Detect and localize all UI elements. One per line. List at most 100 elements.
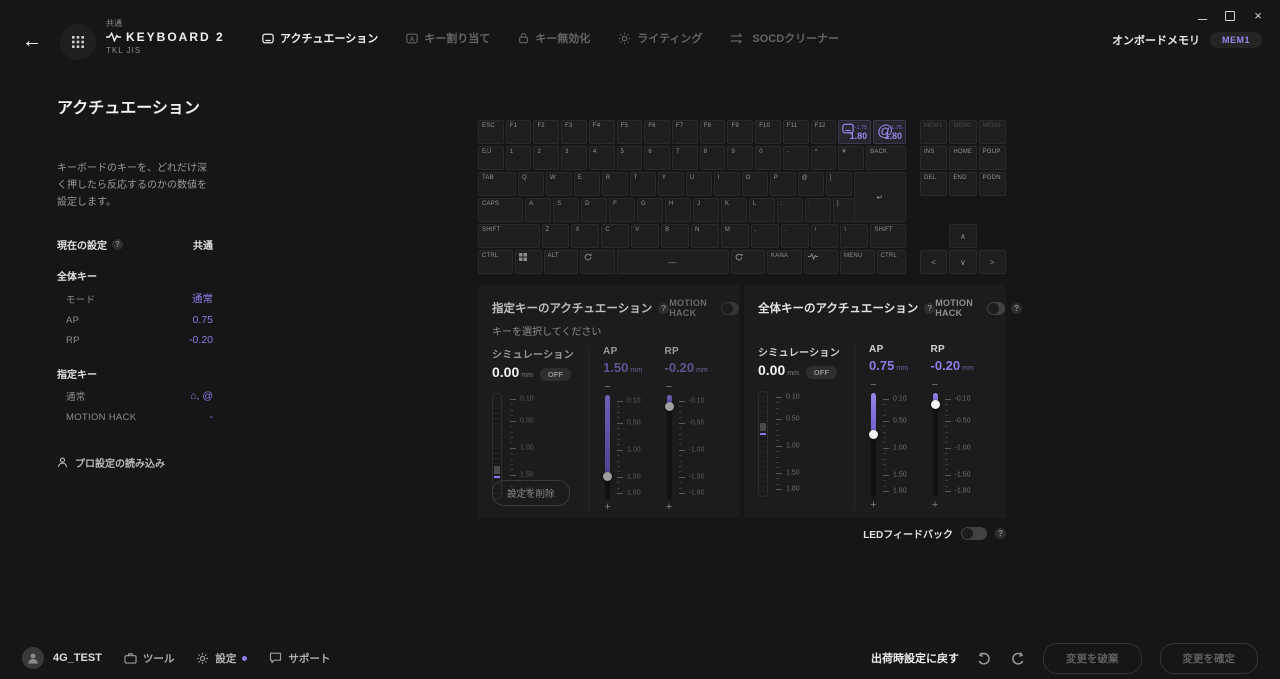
- confirm-changes-button[interactable]: 変更を確定: [1160, 643, 1259, 674]
- key-F8[interactable]: F8: [700, 120, 726, 144]
- motion-hack-toggle[interactable]: [721, 302, 739, 315]
- redo-icon[interactable]: [1010, 652, 1025, 665]
- help-icon[interactable]: ?: [658, 303, 669, 314]
- led-feedback-toggle[interactable]: [961, 527, 987, 540]
- key-F2[interactable]: F2: [533, 120, 559, 144]
- increase-button[interactable]: +: [603, 503, 612, 512]
- key-END[interactable]: END: [949, 172, 976, 196]
- key-F11[interactable]: F11: [783, 120, 809, 144]
- key-↵[interactable]: ↵: [854, 172, 906, 222]
- key-ESC[interactable]: ESC: [478, 120, 504, 144]
- slider-track[interactable]: [667, 395, 672, 499]
- key-MEM3[interactable]: MEM3: [979, 120, 1006, 144]
- key-X[interactable]: X: [571, 224, 599, 248]
- motion-hack-toggle[interactable]: [987, 302, 1005, 315]
- key-C[interactable]: C: [601, 224, 629, 248]
- key-MEM2[interactable]: MEM2: [949, 120, 976, 144]
- key-Q[interactable]: Q: [518, 172, 544, 196]
- key-[[interactable]: [: [826, 172, 852, 196]
- increase-button[interactable]: +: [869, 501, 878, 510]
- tab-socd-cleaner[interactable]: SOCDクリーナー: [730, 30, 839, 46]
- key-MENU[interactable]: MENU: [840, 250, 875, 274]
- key-INS[interactable]: INS: [920, 146, 947, 170]
- decrease-button[interactable]: −: [931, 381, 940, 390]
- key-arrow-left[interactable]: <: [920, 250, 947, 274]
- footer-item-tools[interactable]: ツール: [124, 651, 175, 666]
- user-account[interactable]: 4G_TEST: [22, 647, 102, 669]
- key-H[interactable]: H: [665, 198, 691, 222]
- load-pro-settings-button[interactable]: プロ設定の読み込み: [57, 455, 213, 470]
- memory-slot-badge[interactable]: MEM1: [1210, 32, 1262, 48]
- key-logo[interactable]: [804, 250, 839, 274]
- slider-handle[interactable]: [665, 402, 674, 411]
- key-Y[interactable]: Y: [658, 172, 684, 196]
- key-@[interactable]: @: [798, 172, 824, 196]
- key-F7[interactable]: F7: [672, 120, 698, 144]
- key-F9[interactable]: F9: [727, 120, 753, 144]
- key-F1[interactable]: F1: [506, 120, 532, 144]
- key-B[interactable]: B: [661, 224, 689, 248]
- key-W[interactable]: W: [546, 172, 572, 196]
- key-F6[interactable]: F6: [644, 120, 670, 144]
- key-9[interactable]: 9: [727, 146, 753, 170]
- key-DEL[interactable]: DEL: [920, 172, 947, 196]
- key-special-at[interactable]: @-1.751.80: [873, 120, 906, 144]
- key-\[interactable]: \: [840, 224, 868, 248]
- key-^[interactable]: ^: [811, 146, 837, 170]
- key-CTRL[interactable]: CTRL: [877, 250, 907, 274]
- key-space[interactable]: —: [617, 250, 729, 274]
- key-1[interactable]: 1: [506, 146, 532, 170]
- help-icon[interactable]: ?: [112, 239, 123, 250]
- key-8[interactable]: 8: [700, 146, 726, 170]
- key-F12[interactable]: F12: [811, 120, 837, 144]
- key-0[interactable]: 0: [755, 146, 781, 170]
- key-SHIFT[interactable]: SHIFT: [870, 224, 906, 248]
- key-F4[interactable]: F4: [589, 120, 615, 144]
- discard-changes-button[interactable]: 変更を破棄: [1043, 643, 1142, 674]
- device-switcher-button[interactable]: [60, 24, 96, 60]
- key-E[interactable]: E: [574, 172, 600, 196]
- key-F10[interactable]: F10: [755, 120, 781, 144]
- increase-button[interactable]: +: [665, 503, 674, 512]
- key-HOME[interactable]: HOME: [949, 146, 976, 170]
- key-F5[interactable]: F5: [617, 120, 643, 144]
- key-arrow-right[interactable]: >: [979, 250, 1006, 274]
- slider-track[interactable]: [871, 393, 876, 497]
- footer-item-support[interactable]: サポート: [269, 651, 330, 666]
- key-MEM1[interactable]: MEM1: [920, 120, 947, 144]
- key-M[interactable]: M: [721, 224, 749, 248]
- simulation-track[interactable]: [758, 391, 768, 497]
- key-S[interactable]: S: [553, 198, 579, 222]
- key-PGDN[interactable]: PGDN: [979, 172, 1006, 196]
- key-3[interactable]: 3: [561, 146, 587, 170]
- key-J[interactable]: J: [693, 198, 719, 222]
- key-PGUP[interactable]: PGUP: [979, 146, 1006, 170]
- key-I[interactable]: I: [714, 172, 740, 196]
- key-muhenkan[interactable]: [580, 250, 615, 274]
- slider-handle[interactable]: [869, 430, 878, 439]
- key-,[interactable]: ,: [751, 224, 779, 248]
- key-win[interactable]: [515, 250, 542, 274]
- tab-key-disable[interactable]: キー無効化: [518, 30, 590, 46]
- increase-button[interactable]: +: [931, 501, 940, 510]
- decrease-button[interactable]: −: [665, 383, 674, 392]
- key-5[interactable]: 5: [617, 146, 643, 170]
- key-ALT[interactable]: ALT: [544, 250, 579, 274]
- delete-settings-button[interactable]: 設定を削除: [492, 480, 570, 506]
- key-special-keycap[interactable]: -1.751.80: [838, 120, 871, 144]
- slider-handle[interactable]: [931, 400, 940, 409]
- key-G[interactable]: G: [637, 198, 663, 222]
- tab-lighting[interactable]: ライティング: [618, 30, 702, 46]
- footer-item-settings[interactable]: 設定: [196, 651, 247, 666]
- slider-handle[interactable]: [603, 472, 612, 481]
- key-U[interactable]: U: [686, 172, 712, 196]
- key-/[interactable]: /: [811, 224, 839, 248]
- tab-actuation[interactable]: アクチュエーション: [262, 30, 378, 46]
- key-CTRL[interactable]: CTRL: [478, 250, 513, 274]
- key-arrow-up[interactable]: ∧: [949, 224, 976, 248]
- key-.[interactable]: .: [781, 224, 809, 248]
- decrease-button[interactable]: −: [869, 381, 878, 390]
- key-R[interactable]: R: [602, 172, 628, 196]
- help-icon[interactable]: ?: [1011, 303, 1022, 314]
- key-;[interactable]: ;: [777, 198, 803, 222]
